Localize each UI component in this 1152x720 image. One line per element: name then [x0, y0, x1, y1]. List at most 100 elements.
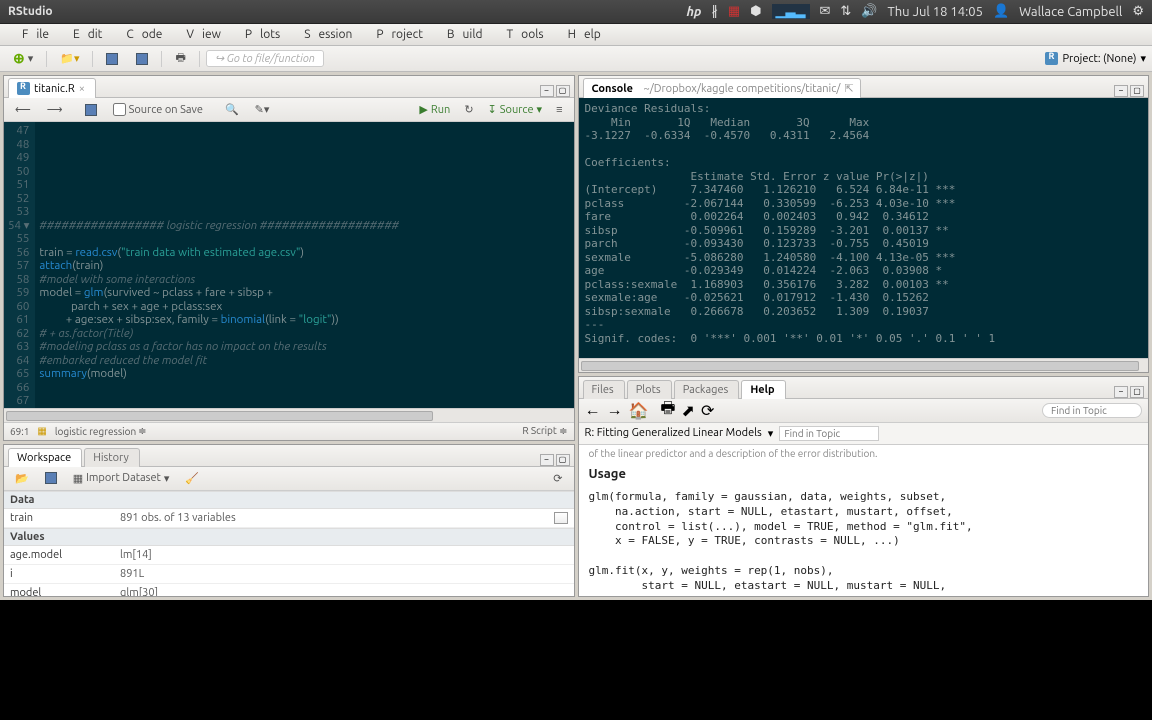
ws-row[interactable]: modelglm[30]: [4, 584, 574, 596]
project-dropdown-icon[interactable]: ▾: [1140, 52, 1146, 65]
editor-h-scrollbar[interactable]: [4, 408, 574, 422]
help-home-icon[interactable]: 🏠: [629, 401, 649, 420]
menu-build[interactable]: Build: [431, 28, 491, 41]
import-dataset-button[interactable]: ▦ Import Dataset▾: [68, 471, 175, 486]
menu-session[interactable]: Session: [288, 28, 360, 41]
user-name[interactable]: Wallace Campbell: [1019, 5, 1122, 19]
help-usage-heading: Usage: [589, 466, 1139, 484]
help-content[interactable]: of the linear predictor and a descriptio…: [579, 445, 1149, 596]
save-source-button[interactable]: [80, 103, 102, 117]
minimize-pane-icon[interactable]: –: [1114, 386, 1128, 398]
tab-titanic[interactable]: titanic.R ×: [8, 78, 96, 98]
ws-row[interactable]: age.modellm[14]: [4, 546, 574, 565]
app-title: RStudio: [8, 5, 53, 18]
back-icon[interactable]: ⟵: [10, 102, 36, 117]
forward-icon[interactable]: ⟶: [42, 102, 68, 117]
tab-workspace[interactable]: Workspace: [8, 448, 82, 467]
tab-console[interactable]: Console ~/Dropbox/kaggle competitions/ti…: [583, 78, 861, 98]
tab-history[interactable]: History: [84, 448, 140, 467]
indicator-icon[interactable]: ▦: [728, 4, 740, 19]
tab-packages[interactable]: Packages: [674, 380, 740, 399]
section-name[interactable]: logistic regression: [55, 426, 136, 437]
help-search-input[interactable]: [1042, 403, 1142, 418]
user-icon[interactable]: 👤: [993, 4, 1009, 19]
menu-bar: FileEditCodeViewPlotsSessionProjectBuild…: [0, 24, 1152, 46]
save-button[interactable]: [99, 50, 125, 68]
mail-icon[interactable]: ✉: [820, 4, 831, 19]
topic-dropdown-icon[interactable]: ▾: [768, 427, 774, 440]
tab-plots[interactable]: Plots: [627, 380, 672, 399]
ws-row[interactable]: train891 obs. of 13 variables: [4, 509, 574, 528]
system-tray[interactable]: hp ∦ ▦ ⬢ ▁▃▂ ✉ ⇅ 🔊 Thu Jul 18 14:05 👤 Wa…: [686, 4, 1144, 19]
run-button[interactable]: ▶ Run: [414, 102, 455, 117]
graph-icon[interactable]: ▁▃▂: [772, 4, 810, 19]
minimize-pane-icon[interactable]: –: [540, 85, 554, 97]
volume-icon[interactable]: 🔊: [861, 4, 877, 19]
outline-icon[interactable]: ≡: [551, 102, 567, 117]
console-h-scrollbar[interactable]: [579, 358, 1149, 372]
main-toolbar: ⊕▾ 📁▾ 🖶 ↪ Go to file/function Project: (…: [0, 46, 1152, 72]
hp-icon: hp: [686, 5, 701, 19]
maximize-pane-icon[interactable]: ▢: [556, 85, 570, 97]
help-print-icon[interactable]: 🖶: [660, 397, 675, 424]
workspace-toolbar: 📂 ▦ Import Dataset▾ 🧹 ⟳: [4, 467, 574, 491]
find-in-topic-input[interactable]: [779, 426, 879, 441]
menu-help[interactable]: Help: [552, 28, 609, 41]
help-topic-bar: R: Fitting Generalized Linear Models ▾: [579, 423, 1149, 445]
print-button[interactable]: 🖶: [168, 46, 192, 71]
console-popup-icon[interactable]: ⇱: [844, 82, 853, 95]
menu-tools[interactable]: Tools: [490, 28, 551, 41]
menu-edit[interactable]: Edit: [57, 28, 110, 41]
refresh-ws-icon[interactable]: ⟳: [548, 471, 567, 486]
menu-plots[interactable]: Plots: [229, 28, 288, 41]
gear-icon[interactable]: ⚙: [1132, 4, 1144, 19]
network-icon[interactable]: ⇅: [840, 4, 851, 19]
source-on-save-checkbox[interactable]: Source on Save: [108, 102, 208, 117]
ws-row[interactable]: i891L: [4, 565, 574, 584]
file-type: R Script: [522, 425, 556, 436]
clear-ws-icon[interactable]: 🧹: [180, 471, 204, 486]
source-toolbar: ⟵ ⟶ Source on Save 🔍 ✎▾ ▶ Run ↻ ↧ Source…: [4, 98, 574, 122]
menu-view[interactable]: View: [170, 28, 228, 41]
maximize-pane-icon[interactable]: ▢: [1130, 85, 1144, 97]
goto-file-input[interactable]: ↪ Go to file/function: [206, 50, 324, 67]
dropbox-icon[interactable]: ⬢: [750, 4, 761, 19]
tab-help[interactable]: Help: [741, 380, 785, 399]
help-popup-icon[interactable]: ⬈: [682, 401, 695, 420]
code-editor[interactable]: 47 48 49 50 51 52 53 54 ▾55 56 57 58 59 …: [4, 122, 574, 408]
workspace-tabs: Workspace History – ▢: [4, 445, 574, 467]
ws-section-values: Values: [4, 528, 574, 546]
wand-icon[interactable]: ✎▾: [250, 102, 275, 117]
maximize-pane-icon[interactable]: ▢: [1130, 386, 1144, 398]
grid-icon[interactable]: [554, 512, 568, 524]
menu-project[interactable]: Project: [360, 28, 431, 41]
help-refresh-icon[interactable]: ⟳: [701, 401, 714, 420]
help-nav: ← → 🏠 🖶 ⬈ ⟳: [579, 399, 1149, 423]
save-ws-icon[interactable]: [40, 471, 62, 485]
new-file-button[interactable]: ⊕▾: [6, 47, 40, 70]
find-icon[interactable]: 🔍: [220, 102, 244, 117]
rerun-button[interactable]: ↻: [459, 102, 478, 117]
load-icon[interactable]: 📂: [10, 471, 34, 486]
clock[interactable]: Thu Jul 18 14:05: [888, 5, 983, 19]
console-output[interactable]: Deviance Residuals: Min 1Q Median 3Q Max…: [579, 98, 1149, 358]
close-tab-icon[interactable]: ×: [79, 83, 85, 95]
help-back-icon[interactable]: ←: [585, 401, 601, 420]
bluetooth-icon[interactable]: ∦: [711, 4, 718, 19]
help-tabs: Files Plots Packages Help – ▢: [579, 377, 1149, 399]
menu-file[interactable]: File: [6, 28, 57, 41]
menu-code[interactable]: Code: [110, 28, 170, 41]
help-forward-icon[interactable]: →: [607, 401, 623, 420]
save-all-button[interactable]: [129, 50, 155, 68]
tab-files[interactable]: Files: [583, 380, 625, 399]
open-button[interactable]: 📁▾: [53, 49, 86, 68]
minimize-pane-icon[interactable]: –: [540, 454, 554, 466]
source-button[interactable]: ↧ Source ▾: [483, 102, 548, 117]
console-tabs: Console ~/Dropbox/kaggle competitions/ti…: [579, 76, 1149, 98]
help-usage-code: glm(formula, family = gaussian, data, we…: [589, 490, 1139, 596]
maximize-pane-icon[interactable]: ▢: [556, 454, 570, 466]
source-pane: titanic.R × – ▢ ⟵ ⟶ Source on Save 🔍: [3, 75, 575, 441]
cursor-position: 69:1: [10, 426, 29, 437]
minimize-pane-icon[interactable]: –: [1114, 85, 1128, 97]
project-menu[interactable]: Project: (None): [1062, 53, 1136, 65]
